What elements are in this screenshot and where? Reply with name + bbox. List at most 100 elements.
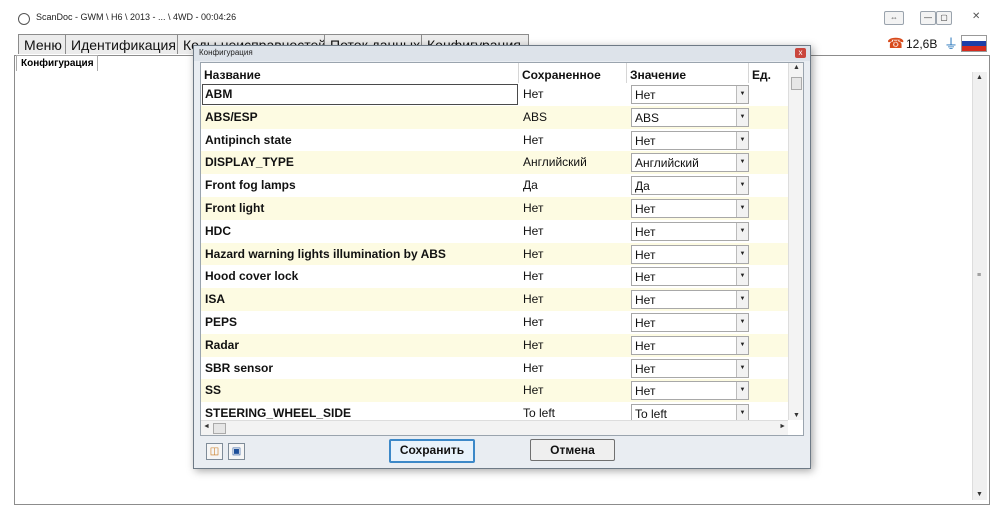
chevron-down-icon[interactable]: ▼ <box>736 313 748 331</box>
chevron-down-icon[interactable]: ▼ <box>736 177 748 195</box>
chevron-down-icon[interactable]: ▼ <box>736 268 748 286</box>
cell-saved: Нет <box>523 360 544 375</box>
table-row[interactable]: ABS/ESP ABS ABS ▼ <box>201 105 789 129</box>
table-row[interactable]: Front fog lamps Да Да ▼ <box>201 174 789 197</box>
table-row[interactable]: ISA Нет Нет ▼ <box>201 288 789 311</box>
scroll-up-icon[interactable]: ▲ <box>976 74 983 81</box>
table-row[interactable]: PEPS Нет Нет ▼ <box>201 311 789 334</box>
table-row[interactable]: Antipinch state Нет Нет ▼ <box>201 129 789 152</box>
cell-name: Hazard warning lights illumination by AB… <box>205 246 446 261</box>
scroll-thumb[interactable] <box>791 77 802 90</box>
chevron-down-icon[interactable]: ▼ <box>736 291 748 309</box>
value-select-text: Английский <box>635 156 699 171</box>
value-select[interactable]: Нет ▼ <box>631 358 749 378</box>
value-select[interactable]: Нет ▼ <box>631 335 749 355</box>
cell-unit <box>753 129 789 152</box>
chevron-down-icon[interactable]: ▼ <box>736 199 748 217</box>
column-header-name[interactable]: Название <box>201 63 519 83</box>
cell-saved: Нет <box>523 383 544 398</box>
chevron-down-icon[interactable]: ▼ <box>736 359 748 377</box>
table-row[interactable]: ABM Нет Нет ▼ <box>201 83 789 106</box>
cancel-button[interactable]: Отмена <box>530 439 615 461</box>
value-select[interactable]: Нет ▼ <box>631 244 749 264</box>
close-button[interactable]: ✕ <box>972 11 980 22</box>
open-folder-icon[interactable]: ◫ <box>206 443 223 460</box>
chevron-down-icon[interactable]: ▼ <box>736 382 748 400</box>
table-row[interactable]: SS Нет Нет ▼ <box>201 379 789 403</box>
value-select[interactable]: Английский ▼ <box>631 153 749 173</box>
cell-unit <box>753 174 789 197</box>
tab-identification[interactable]: Идентификация <box>65 34 182 54</box>
tab-menu[interactable]: Меню <box>18 34 68 54</box>
value-select[interactable]: ABS ▼ <box>631 107 749 127</box>
chevron-down-icon[interactable]: ▼ <box>736 245 748 263</box>
value-select[interactable]: Нет ▼ <box>631 198 749 218</box>
cell-saved: Нет <box>523 337 544 352</box>
configuration-dialog: Конфигурация x Название Сохраненное Знач… <box>193 45 811 469</box>
battery-voltage: 12,6В <box>906 37 938 51</box>
value-select-text: ABS <box>635 110 660 125</box>
cell-unit <box>753 288 789 311</box>
column-header-unit[interactable]: Ед. <box>749 63 789 83</box>
chevron-down-icon[interactable]: ▼ <box>736 131 748 149</box>
table-vertical-scrollbar[interactable]: ▲ ▼ <box>788 63 803 420</box>
table-row[interactable]: SBR sensor Нет Нет ▼ <box>201 357 789 380</box>
save-disk-icon[interactable]: ▣ <box>228 443 245 460</box>
value-select-text: Нет <box>635 224 656 239</box>
chevron-down-icon[interactable]: ▼ <box>736 154 748 172</box>
table-row[interactable]: Front light Нет Нет ▼ <box>201 196 789 220</box>
value-select[interactable]: Нет ▼ <box>631 381 749 401</box>
dialog-title-bar: Конфигурация x <box>194 46 810 61</box>
cell-name: Front light <box>205 200 265 215</box>
maximize-button[interactable]: ▢ <box>936 11 952 25</box>
scroll-up-icon[interactable]: ▲ <box>793 64 800 71</box>
dialog-close-button[interactable]: x <box>795 48 806 58</box>
chevron-down-icon[interactable]: ▼ <box>736 336 748 354</box>
cell-unit <box>753 220 789 243</box>
cell-unit <box>753 311 789 334</box>
cell-saved: Английский <box>523 155 587 170</box>
value-select[interactable]: Нет ▼ <box>631 267 749 287</box>
table-row[interactable]: Radar Нет Нет ▼ <box>201 333 789 357</box>
scroll-down-icon[interactable]: ▼ <box>793 412 800 419</box>
value-select-text: Нет <box>635 338 656 353</box>
cell-unit <box>753 265 789 288</box>
table-row[interactable]: Hazard warning lights illumination by AB… <box>201 242 789 266</box>
scroll-thumb[interactable] <box>213 423 226 434</box>
column-header-value[interactable]: Значение <box>627 63 749 83</box>
chevron-down-icon[interactable]: ▼ <box>736 86 748 103</box>
cell-name: DISPLAY_TYPE <box>205 155 294 170</box>
cell-saved: Нет <box>523 314 544 329</box>
main-scrollbar[interactable]: ▲ ≡ ▼ <box>972 72 987 500</box>
table-body: ABM Нет Нет ▼ ABS/ESP ABS ABS ▼ Antipinch state Н… <box>201 83 789 425</box>
language-flag-icon[interactable] <box>961 35 987 52</box>
value-select[interactable]: Нет ▼ <box>631 290 749 310</box>
scroll-right-icon[interactable]: ► <box>779 423 786 430</box>
cell-name: SS <box>205 383 222 398</box>
value-select[interactable]: Нет ▼ <box>631 130 749 150</box>
table-row[interactable]: HDC Нет Нет ▼ <box>201 220 789 243</box>
cell-saved: Нет <box>523 292 544 307</box>
cell-unit <box>753 357 789 380</box>
value-select[interactable]: Да ▼ <box>631 176 749 196</box>
subtab-configuration[interactable]: Конфигурация <box>16 55 98 71</box>
column-header-saved[interactable]: Сохраненное <box>519 63 627 83</box>
table-horizontal-scrollbar[interactable]: ◄ ► <box>201 420 788 435</box>
scroll-left-icon[interactable]: ◄ <box>203 423 210 430</box>
table-row[interactable]: Hood cover lock Нет Нет ▼ <box>201 265 789 288</box>
swap-icon[interactable]: ⇔ <box>884 11 904 25</box>
chevron-down-icon[interactable]: ▼ <box>736 222 748 240</box>
minimize-button[interactable]: — <box>920 11 936 25</box>
scroll-grip-icon[interactable]: ≡ <box>977 272 981 279</box>
value-select[interactable]: Нет ▼ <box>631 221 749 241</box>
scroll-down-icon[interactable]: ▼ <box>976 491 983 498</box>
value-select[interactable]: Нет ▼ <box>631 312 749 332</box>
table-header: Название Сохраненное Значение Ед. <box>201 63 789 83</box>
table-row[interactable]: DISPLAY_TYPE Английский Английский ▼ <box>201 151 789 175</box>
cell-unit <box>753 243 789 266</box>
cell-saved: Нет <box>523 269 544 284</box>
save-button[interactable]: Сохранить <box>389 439 475 463</box>
value-select-text: Да <box>635 179 650 194</box>
value-select[interactable]: Нет ▼ <box>631 85 749 104</box>
chevron-down-icon[interactable]: ▼ <box>736 108 748 126</box>
